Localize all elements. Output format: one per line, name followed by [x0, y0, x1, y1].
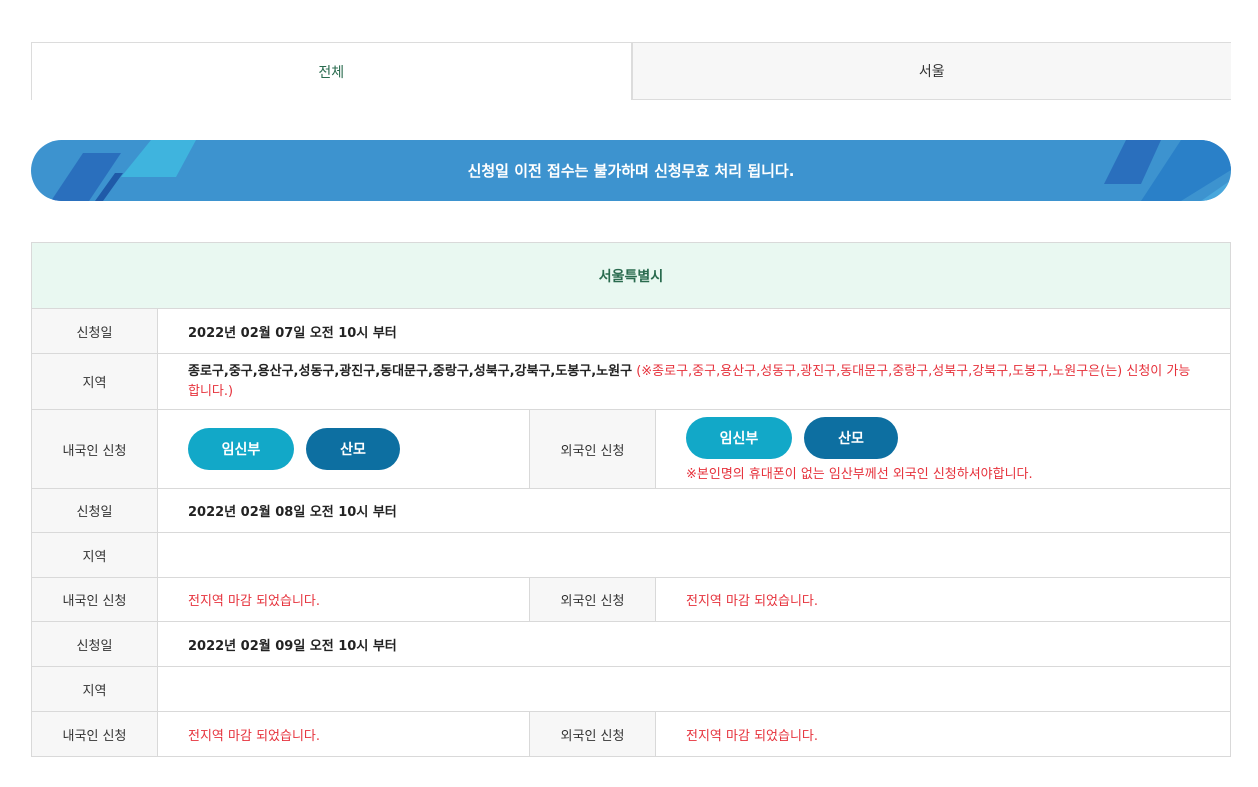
foreign-mother-button[interactable]: 산모 — [804, 416, 898, 459]
table-row: 지역 — [32, 533, 1230, 578]
domestic-status: 전지역 마감 되었습니다. — [158, 578, 530, 621]
table-row: 신청일 2022년 02월 09일 오전 10시 부터 — [32, 622, 1230, 667]
region-cell — [158, 533, 1230, 577]
label-region: 지역 — [32, 354, 158, 409]
table-row: 신청일 2022년 02월 07일 오전 10시 부터 — [32, 309, 1230, 354]
label-foreign: 외국인 신청 — [530, 578, 656, 621]
domestic-status: 전지역 마감 되었습니다. — [158, 712, 530, 756]
label-region: 지역 — [32, 667, 158, 711]
table-row: 내국인 신청 전지역 마감 되었습니다. 외국인 신청 전지역 마감 되었습니다… — [32, 712, 1230, 756]
banner-text: 신청일 이전 접수는 불가하며 신청무효 처리 됩니다. — [467, 162, 795, 180]
label-region: 지역 — [32, 533, 158, 577]
table-row: 신청일 2022년 02월 08일 오전 10시 부터 — [32, 489, 1230, 533]
foreign-pregnant-button[interactable]: 임신부 — [686, 416, 792, 459]
table-row: 내국인 신청 임신부 산모 외국인 신청 임신부 산모 ※본인명의 휴대폰이 없… — [32, 410, 1230, 489]
foreign-status: 전지역 마감 되었습니다. — [686, 594, 818, 609]
application-date: 2022년 02월 09일 오전 10시 부터 — [188, 638, 397, 654]
label-date: 신청일 — [32, 309, 158, 353]
label-foreign: 외국인 신청 — [530, 410, 656, 488]
application-date: 2022년 02월 08일 오전 10시 부터 — [188, 505, 397, 520]
tab-seoul[interactable]: 서울 — [631, 42, 1231, 100]
foreign-status: 전지역 마감 되었습니다. — [686, 728, 818, 744]
label-domestic: 내국인 신청 — [32, 410, 158, 488]
label-date: 신청일 — [32, 622, 158, 666]
domestic-mother-button[interactable]: 산모 — [306, 428, 400, 470]
domestic-cell: 임신부 산모 — [158, 410, 530, 488]
label-domestic: 내국인 신청 — [32, 712, 158, 756]
domestic-pregnant-button[interactable]: 임신부 — [188, 428, 294, 470]
foreign-note: ※본인명의 휴대폰이 없는 임산부께선 외국인 신청하셔야합니다. — [686, 466, 1033, 482]
notice-banner: 신청일 이전 접수는 불가하며 신청무효 처리 됩니다. — [31, 140, 1231, 201]
label-domestic: 내국인 신청 — [32, 578, 158, 621]
banner-right-decoration — [1104, 140, 1231, 201]
table-row: 내국인 신청 전지역 마감 되었습니다. 외국인 신청 전지역 마감 되었습니다… — [32, 578, 1230, 622]
banner-left-decoration — [51, 140, 196, 201]
label-date: 신청일 — [32, 489, 158, 532]
table-title: 서울특별시 — [32, 243, 1230, 309]
table-row: 지역 — [32, 667, 1230, 712]
application-date: 2022년 02월 07일 오전 10시 부터 — [188, 325, 397, 341]
foreign-cell: 임신부 산모 ※본인명의 휴대폰이 없는 임산부께선 외국인 신청하셔야합니다. — [656, 410, 1230, 488]
application-table: 서울특별시 신청일 2022년 02월 07일 오전 10시 부터 지역 종로구… — [31, 242, 1231, 757]
region-cell — [158, 667, 1230, 711]
table-row: 지역 종로구,중구,용산구,성동구,광진구,동대문구,중랑구,성북구,강북구,도… — [32, 354, 1230, 410]
label-foreign: 외국인 신청 — [530, 712, 656, 756]
region-cell: 종로구,중구,용산구,성동구,광진구,동대문구,중랑구,성북구,강북구,도봉구,… — [158, 354, 1230, 409]
tab-all[interactable]: 전체 — [31, 42, 632, 100]
foreign-buttons: 임신부 산모 — [686, 416, 910, 459]
region-text: 종로구,중구,용산구,성동구,광진구,동대문구,중랑구,성북구,강북구,도봉구,… — [188, 362, 1200, 402]
region-tabs: 전체 서울 — [31, 42, 1231, 100]
region-list: 종로구,중구,용산구,성동구,광진구,동대문구,중랑구,성북구,강북구,도봉구,… — [188, 363, 633, 379]
